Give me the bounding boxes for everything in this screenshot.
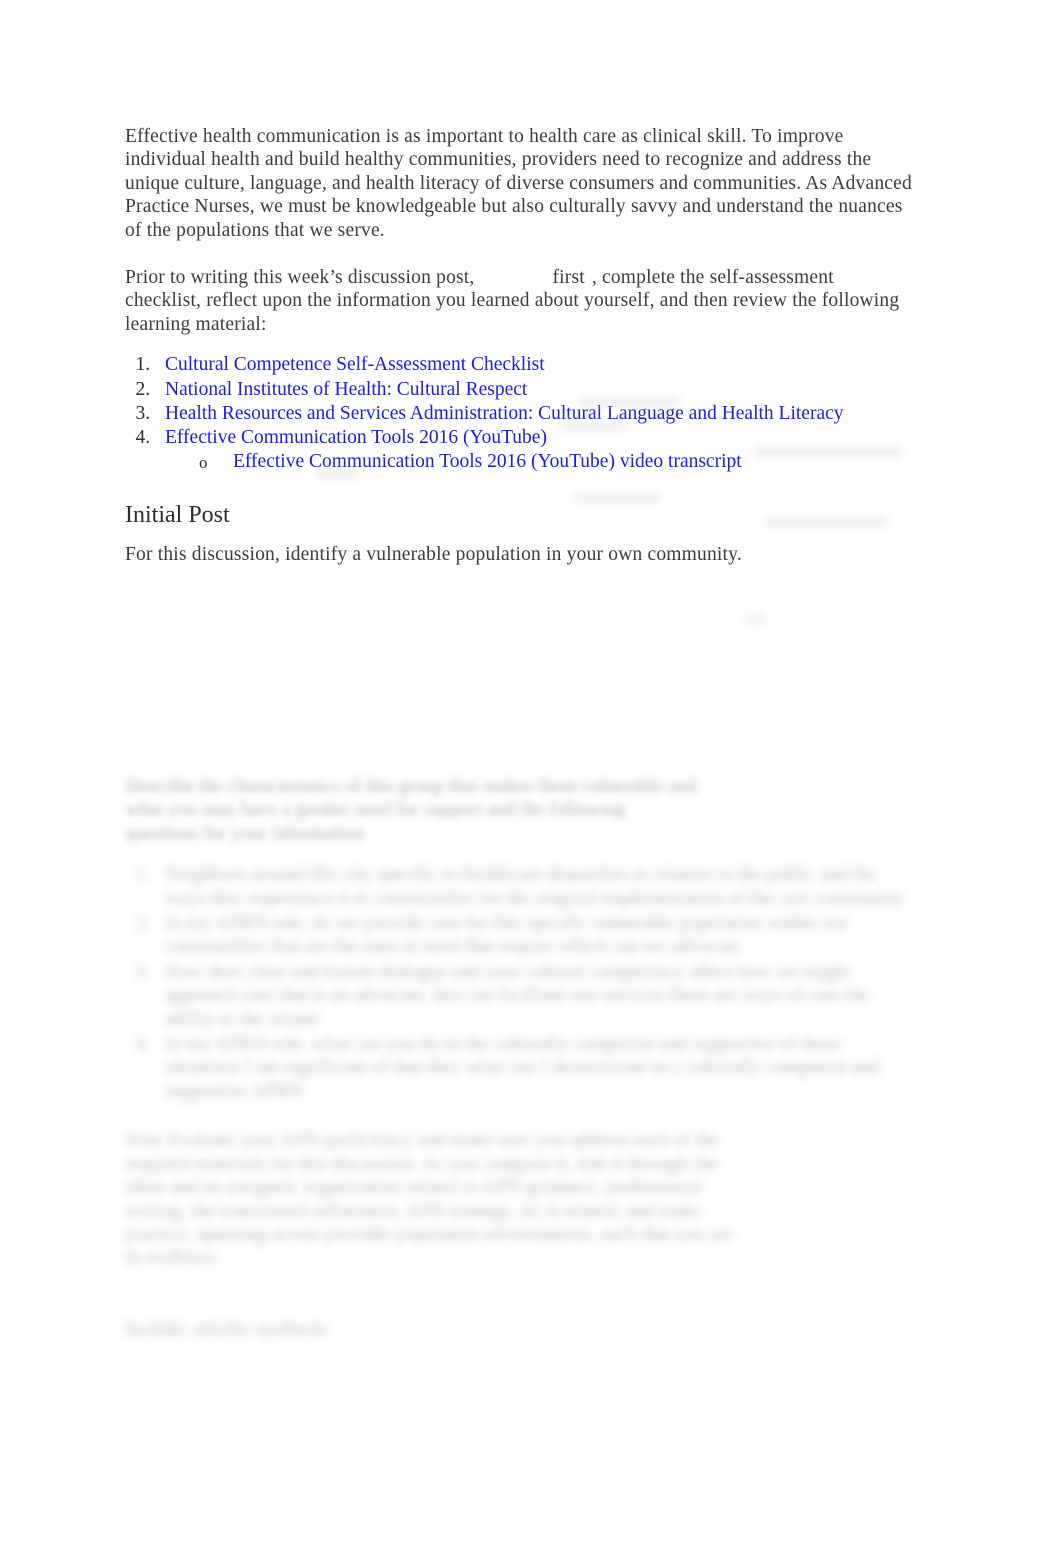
document-page: Effective health communication is as imp… [0,0,1062,1561]
redacted-line: writing, the transitional refinement, AP… [125,1200,702,1222]
link-cultural-competence-self-assessment-checklist[interactable]: Cultural Competence Self-Assessment Chec… [165,354,545,375]
redacted-line: what you may have a greater need for sup… [125,798,915,821]
redacted-spacer [125,1105,915,1129]
redacted-question-list: Neighbors around this city specific to h… [125,863,915,1103]
redacted-spacer [125,1270,915,1294]
list-item: Effective Communication Tools 2016 (YouT… [155,426,915,475]
redacted-line: Note Evaluate your APN proficiency and m… [125,1130,719,1152]
redacted-line: which can we advocate [558,936,741,958]
list-item: Health Resources and Services Administra… [155,402,915,425]
initial-post-paragraph: For this discussion, identify a vulnerab… [125,544,742,566]
redacted-ordered-list: Neighbors around this city specific to h… [125,863,915,1103]
list-item: Cultural Competence Self-Assessment Chec… [155,353,915,376]
list-item: How does clear and honest dialogue and y… [155,961,915,1031]
redacted-line: practice, spanning across provider popul… [125,1223,734,1245]
link-nih-cultural-respect[interactable]: National Institutes of Health: Cultural … [165,379,527,400]
intro-paragraph: Effective health communication is as imp… [125,126,912,241]
redacted-line: required materials for this discussion. … [125,1153,718,1175]
redacted-closing-paragraph: Note Evaluate your APN proficiency and m… [125,1129,915,1269]
redacted-line: Include: articles synthesis [125,1318,327,1340]
redacted-line: the original implementation of the care … [506,887,905,909]
list-item: Neighbors around this city specific to h… [155,863,915,910]
video-transcript-sublist: Effective Communication Tools 2016 (YouT… [165,450,915,475]
prior-to-writing-paragraph: Prior to writing this week’s discussion … [125,266,915,336]
document-content: Effective health communication is as imp… [125,125,915,567]
redacted-line: in evidence. [125,1247,220,1269]
redacted-spacer [125,1294,915,1318]
list-item: In my APRN role, do we provide care for … [155,912,915,959]
list-item: In my APRN role, what can you do in the … [155,1033,915,1103]
link-effective-communication-tools-2016-video-transcript[interactable]: Effective Communication Tools 2016 (YouT… [233,451,742,472]
learning-material-list: Cultural Competence Self-Assessment Chec… [125,353,915,475]
redacted-lower-section: Describe the characteristics of this gro… [125,775,915,1341]
redacted-line: How does clear and honest dialogue and y… [165,961,734,983]
heading-spacer [125,529,915,543]
redacted-final-line: Include: articles synthesis [125,1318,915,1341]
redacted-line: ideas and an assigned, organization rela… [125,1177,702,1199]
prior-emphasis-first: first [552,267,585,289]
redacted-line: In my APRN role, do we provide care for … [165,913,675,935]
prior-text-part-one: Prior to writing this week’s discussion … [125,267,475,289]
link-hrsa-cultural-language-health-literacy[interactable]: Health Resources and Services Administra… [165,403,844,424]
list-item: Effective Communication Tools 2016 (YouT… [199,450,915,475]
redacted-line-text: what you may have a greater need for sup… [125,799,625,821]
list-item: National Institutes of Health: Cultural … [155,378,915,401]
initial-post-heading: Initial Post [125,502,230,529]
redacted-line: questions for your information [125,822,364,844]
redacted-line: Neighbors around this city specific to h… [165,864,713,886]
smudge-artifact [744,614,766,625]
redacted-line: In my APRN role, what can you do in the … [165,1034,775,1056]
redacted-intro-paragraph: Describe the characteristics of this gro… [125,775,915,845]
redacted-line: Describe the characteristics of this gro… [125,776,697,797]
link-effective-communication-tools-2016[interactable]: Effective Communication Tools 2016 (YouT… [165,427,547,448]
